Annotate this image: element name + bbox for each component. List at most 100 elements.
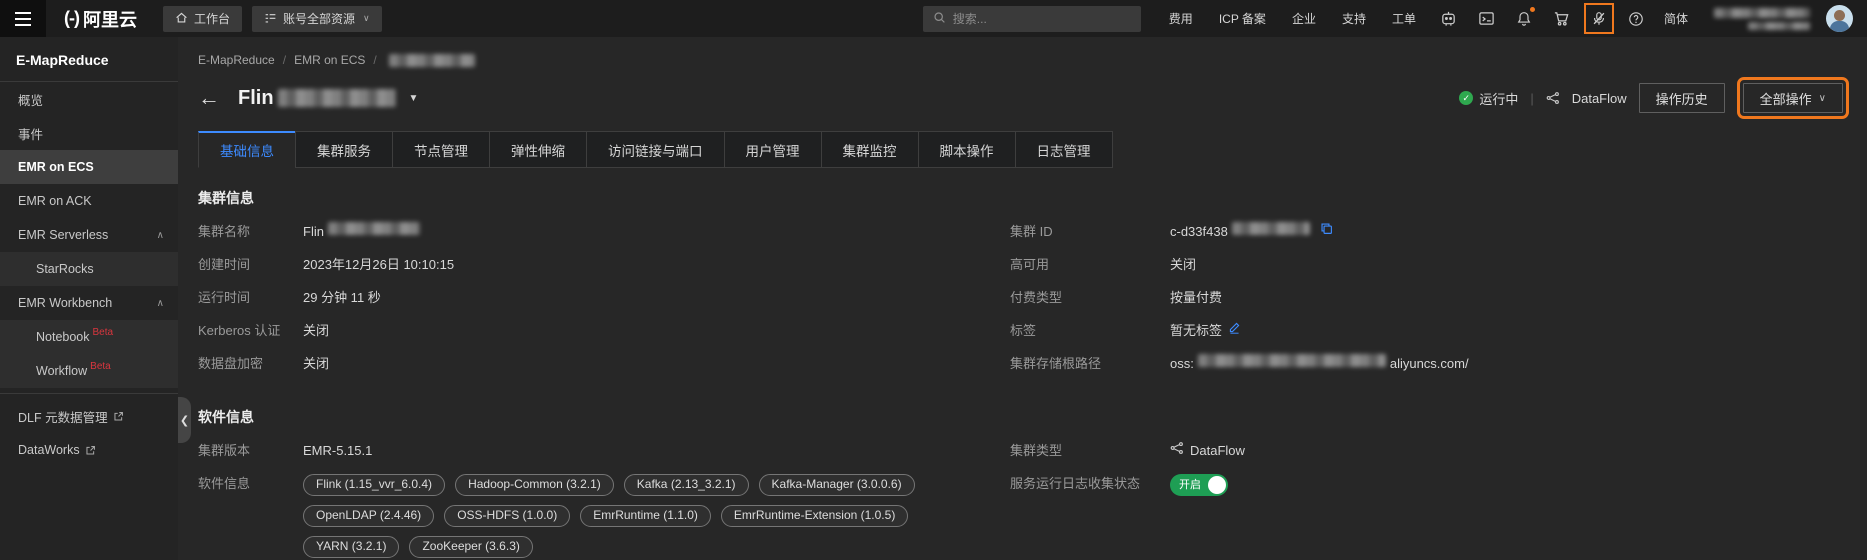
operation-history-button[interactable]: 操作历史: [1638, 83, 1725, 113]
account-resources-label: 账号全部资源: [283, 12, 356, 26]
sidebar-item-dlf-元数据管理[interactable]: DLF 元数据管理: [0, 399, 178, 433]
sidebar-item-emr-serverless[interactable]: EMR Serverless ∧: [0, 218, 178, 252]
software-tag: Flink (1.15_vvr_6.0.4): [303, 474, 446, 496]
tab-节点管理[interactable]: 节点管理: [392, 131, 490, 168]
chevron-up-icon: ∧: [156, 229, 164, 241]
sidebar-divider: [0, 393, 178, 394]
info-label: 运行时间: [198, 290, 251, 305]
software-tag: OSS-HDFS (1.0.0): [444, 505, 571, 527]
breadcrumb-separator: /: [282, 53, 287, 67]
software-tag: Kafka-Manager (3.0.0.6): [758, 474, 915, 496]
value-text: 关闭: [303, 323, 330, 338]
topbar-link-3[interactable]: 支持: [1342, 10, 1366, 27]
notification-bell-icon[interactable]: [1516, 7, 1535, 27]
info-value: 按量付费: [1170, 288, 1222, 308]
sidebar-item-emr-on-ecs[interactable]: EMR on ECS: [0, 150, 178, 184]
sidebar-item-label: EMR on ACK: [18, 194, 92, 208]
breadcrumb-link-1[interactable]: EMR on ECS: [294, 53, 365, 67]
tab-弹性伸缩[interactable]: 弹性伸缩: [489, 131, 587, 168]
divider: |: [1530, 90, 1534, 106]
info-row: 集群版本 EMR-5.15.1: [198, 441, 1010, 461]
section-title: 软件信息: [198, 409, 254, 425]
info-value: 关闭: [303, 321, 329, 341]
dataflow-icon: [1546, 91, 1560, 105]
tab-集群监控[interactable]: 集群监控: [820, 131, 919, 168]
software-tag: EmrRuntime-Extension (1.0.5): [720, 505, 909, 527]
page-title: Flin ▼: [238, 87, 418, 110]
info-value: oss: aliyuncs.com/: [1170, 354, 1469, 374]
tab-日志管理[interactable]: 日志管理: [1014, 131, 1113, 168]
account-name-line-redacted: [1714, 7, 1810, 18]
sidebar-item-emr-on-ack[interactable]: EMR on ACK: [0, 184, 178, 218]
cluster-title-redacted: [277, 89, 396, 107]
topbar-icons: [1440, 3, 1644, 34]
cluster-type-badge: DataFlow: [1546, 91, 1627, 106]
chevron-down-icon: ∨: [1818, 92, 1826, 104]
value-text: Flin: [303, 224, 324, 239]
cart-icon[interactable]: [1553, 10, 1570, 27]
chevron-up-icon: ∧: [156, 297, 164, 309]
all-actions-button[interactable]: 全部操作 ∨: [1736, 77, 1850, 119]
tab-集群服务[interactable]: 集群服务: [295, 131, 393, 168]
aliyun-logo-text: 阿里云: [82, 9, 137, 30]
account-resources-dropdown[interactable]: 账号全部资源 ∨: [252, 5, 382, 32]
value-text: 2023年12月26日 10:10:15: [303, 257, 455, 272]
voice-muted-icon[interactable]: [1583, 3, 1614, 34]
info-label: 软件信息: [198, 476, 251, 491]
sidebar-item-概览[interactable]: 概览: [0, 82, 178, 116]
help-icon[interactable]: [1628, 11, 1644, 27]
terminal-icon[interactable]: [1478, 10, 1495, 27]
info-label: 高可用: [1010, 257, 1050, 272]
tab-用户管理[interactable]: 用户管理: [723, 131, 822, 168]
sidebar-menu: 概览事件 EMR on ECS EMR on ACK EMR Serverless ∧ S…: [0, 82, 178, 467]
info-value: 2023年12月26日 10:10:15: [303, 255, 454, 275]
search-input[interactable]: 搜索...: [922, 5, 1141, 32]
service-bot-icon[interactable]: [1440, 10, 1457, 27]
topbar-link-2[interactable]: 企业: [1292, 10, 1316, 27]
sidebar-collapse-handle[interactable]: ❮: [178, 397, 191, 443]
sidebar-item-workflow[interactable]: Workflow Beta: [0, 354, 178, 388]
info-value: 关闭: [303, 354, 329, 374]
sidebar-item-label: EMR on ECS: [18, 160, 94, 174]
sidebar-item-emr-workbench[interactable]: EMR Workbench ∧: [0, 286, 178, 320]
sidebar-item-事件[interactable]: 事件: [0, 116, 178, 150]
back-arrow-icon[interactable]: ←: [198, 87, 220, 109]
home-icon: [175, 11, 188, 27]
tab-基础信息[interactable]: 基础信息: [198, 131, 296, 168]
edit-icon[interactable]: [1228, 321, 1241, 334]
info-label: 标签: [1010, 323, 1037, 338]
topbar-link-0[interactable]: 费用: [1169, 10, 1193, 27]
aliyun-logo[interactable]: (-) 阿里云: [64, 6, 137, 32]
log-collect-toggle[interactable]: 开启: [1170, 474, 1228, 496]
tab-bar: 基础信息 集群服务 节点管理 弹性伸缩 访问链接与端口 用户管理 集群监控 脚本操作 日志管理: [198, 131, 1113, 168]
sidebar-item-starrocks[interactable]: StarRocks: [0, 252, 178, 286]
topbar-link-1[interactable]: ICP 备案: [1219, 10, 1266, 27]
info-row: 集群名称 Flin: [198, 222, 1010, 242]
tab-访问链接与端口[interactable]: 访问链接与端口: [586, 131, 725, 168]
sidebar-item-label: 事件: [18, 127, 44, 142]
software-tag: Kafka (2.13_3.2.1): [623, 474, 749, 496]
topbar-link-4[interactable]: 工单: [1392, 10, 1416, 27]
workbench-label: 工作台: [193, 12, 230, 26]
sidebar-item-label: Workflow: [36, 364, 88, 378]
sidebar-item-notebook[interactable]: Notebook Beta: [0, 320, 178, 354]
hamburger-menu-icon[interactable]: [0, 0, 46, 37]
top-nav-bar: (-) 阿里云 工作台 账号全部资源 ∨ 搜索... 费用 ICP 备案 企业 支持 工…: [0, 0, 1867, 37]
copy-icon[interactable]: [1320, 222, 1333, 235]
title-caret-down-icon[interactable]: ▼: [409, 93, 419, 104]
value-text: 按量付费: [1170, 290, 1223, 305]
external-link-icon: [113, 411, 124, 422]
cluster-title-prefix: Flin: [238, 86, 274, 109]
language-switch[interactable]: 简体: [1664, 10, 1688, 27]
avatar[interactable]: [1826, 5, 1853, 32]
info-row: 集群 ID c-d33f438: [1010, 222, 1843, 242]
workbench-button[interactable]: 工作台: [162, 5, 242, 32]
value-text: 关闭: [1170, 257, 1197, 272]
value-text: EMR-5.15.1: [303, 443, 373, 458]
account-name-redacted[interactable]: [1710, 7, 1814, 30]
tab-脚本操作[interactable]: 脚本操作: [917, 131, 1016, 168]
info-col-left: 集群版本 EMR-5.15.1 软件信息 Flink (1.15_vvr_6.0.4)…: [198, 441, 1010, 560]
software-tag: OpenLDAP (2.4.46): [303, 505, 435, 527]
breadcrumb-link-0[interactable]: E-MapReduce: [198, 53, 275, 67]
sidebar-item-dataworks[interactable]: DataWorks: [0, 433, 178, 467]
